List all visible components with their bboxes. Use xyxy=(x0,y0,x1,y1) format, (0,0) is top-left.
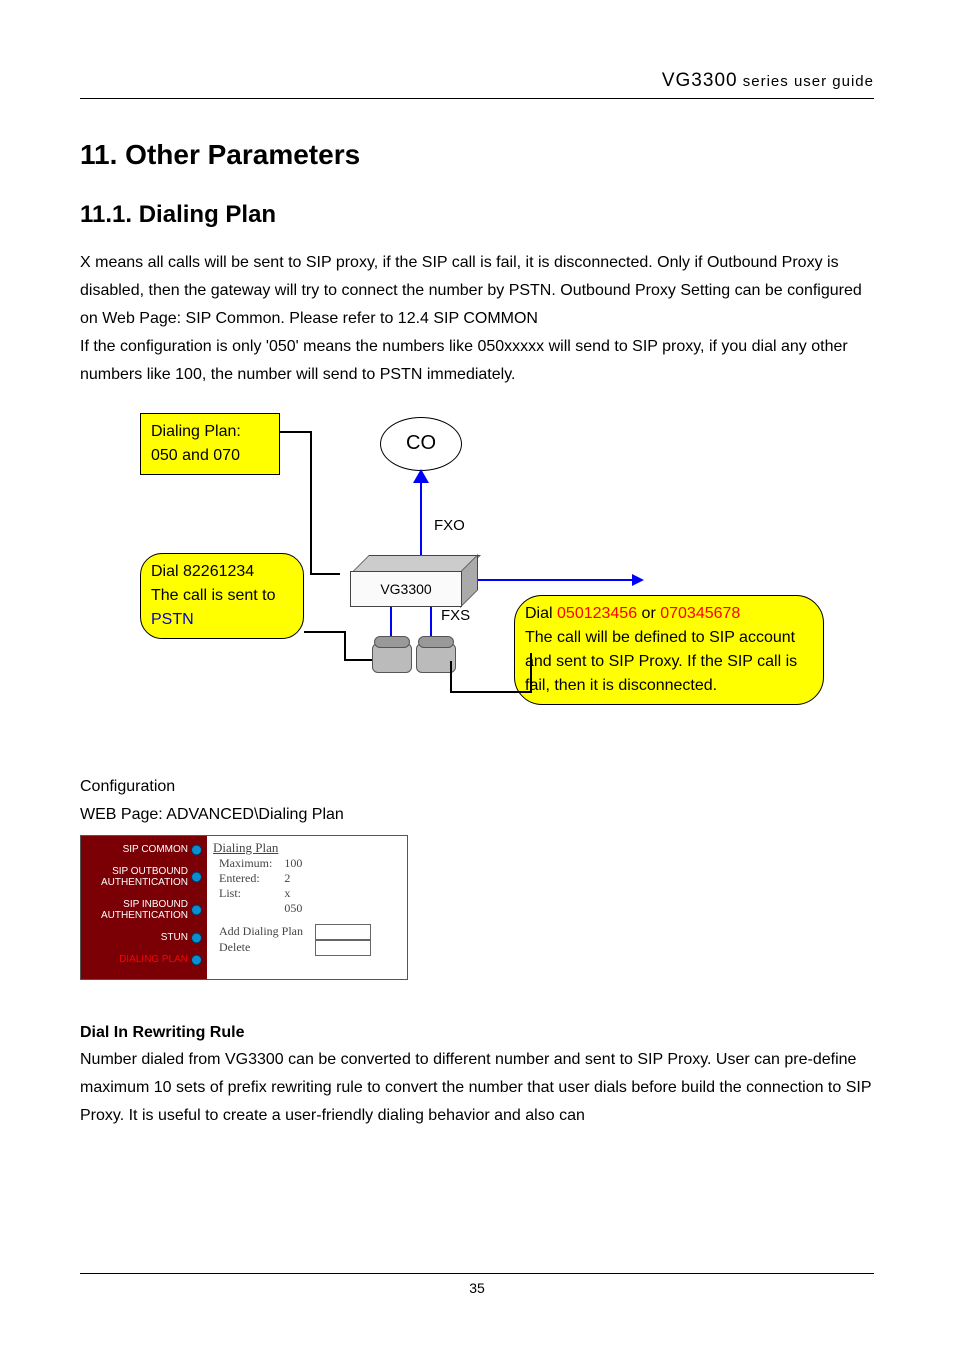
config-label: Configuration xyxy=(80,773,874,801)
body-text: X means all calls will be sent to SIP pr… xyxy=(80,249,874,389)
panel-table: Maximum:100 Entered:2 List:x 050 xyxy=(213,856,308,916)
connector xyxy=(450,661,452,691)
page-header: VG3300 series user guide xyxy=(80,70,874,99)
chapter-title: 11. Other Parameters xyxy=(80,139,874,171)
entered-value: 2 xyxy=(278,871,308,886)
bullet-icon xyxy=(191,954,202,965)
config-webpage: WEB Page: ADVANCED\Dialing Plan xyxy=(80,801,874,829)
connector xyxy=(530,653,532,693)
box3-num1: 050123456 xyxy=(557,605,637,622)
nav-stun[interactable]: STUN xyxy=(84,932,204,943)
box3-line1: Dial 050123456 or 070345678 xyxy=(525,602,813,626)
vg3300-device: VG3300 xyxy=(350,571,480,621)
box3-line3: and sent to SIP Proxy. If the SIP call i… xyxy=(525,650,813,674)
box1-line1: Dialing Plan: xyxy=(151,420,269,444)
bullet-icon xyxy=(191,872,202,883)
device-label: VG3300 xyxy=(350,571,462,607)
connector xyxy=(304,631,344,633)
maximum-value: 100 xyxy=(278,856,308,871)
add-label: Add Dialing Plan xyxy=(213,924,309,940)
connector xyxy=(344,631,346,659)
paragraph-1: X means all calls will be sent to SIP pr… xyxy=(80,249,874,333)
nav-sip-common[interactable]: SIP COMMON xyxy=(84,844,204,855)
nav-dialing-plan[interactable]: DIALING PLAN xyxy=(84,954,204,965)
section-title: 11.1. Dialing Plan xyxy=(80,201,874,229)
page-footer: 35 xyxy=(80,1273,874,1296)
connector xyxy=(280,431,312,433)
diagram-box-sip: Dial 050123456 or 070345678 The call wil… xyxy=(514,595,824,705)
header-suffix: series user guide xyxy=(738,73,874,90)
arrow-up-icon xyxy=(413,469,429,483)
subhead-rewrite: Dial In Rewriting Rule xyxy=(80,1024,874,1042)
arrow-right-icon xyxy=(476,579,634,581)
dialing-plan-screenshot: SIP COMMON SIP OUTBOUND AUTHENTICATION S… xyxy=(80,835,408,980)
co-node: CO xyxy=(380,417,462,471)
list-label: List: xyxy=(213,886,278,901)
maximum-label: Maximum: xyxy=(213,856,278,871)
line xyxy=(420,483,422,559)
bullet-icon xyxy=(191,932,202,943)
list-value-2: 050 xyxy=(278,901,308,916)
nav-sip-outbound[interactable]: SIP OUTBOUND AUTHENTICATION xyxy=(84,866,204,888)
diagram-box-pstn: Dial 82261234 The call is sent to PSTN xyxy=(140,553,304,639)
phone-icon xyxy=(372,643,412,673)
side-nav: SIP COMMON SIP OUTBOUND AUTHENTICATION S… xyxy=(81,836,207,979)
panel: Dialing Plan Maximum:100 Entered:2 List:… xyxy=(207,836,407,979)
delete-input[interactable] xyxy=(315,940,371,956)
diagram-box-dialing-plan: Dialing Plan: 050 and 070 xyxy=(140,413,280,475)
panel-actions: Add Dialing Plan Delete xyxy=(213,924,377,956)
paragraph-2: If the configuration is only '050' means… xyxy=(80,333,874,389)
panel-title: Dialing Plan xyxy=(213,840,401,856)
diagram: Dialing Plan: 050 and 070 CO FXO VG3300 … xyxy=(100,413,860,743)
page: VG3300 series user guide 11. Other Param… xyxy=(0,0,954,1351)
fxo-label: FXO xyxy=(434,517,465,534)
list-value-1: x xyxy=(278,886,308,901)
box1-line2: 050 and 070 xyxy=(151,444,269,468)
box3-line4: fail, then it is disconnected. xyxy=(525,674,813,698)
box2-pstn: PSTN xyxy=(151,611,194,628)
connector xyxy=(310,431,312,573)
bullet-icon xyxy=(191,844,202,855)
box3-num2: 070345678 xyxy=(660,605,740,622)
add-input[interactable] xyxy=(315,924,371,940)
nav-sip-inbound[interactable]: SIP INBOUND AUTHENTICATION xyxy=(84,899,204,921)
connector xyxy=(310,573,340,575)
delete-label: Delete xyxy=(213,940,309,956)
page-number: 35 xyxy=(469,1280,485,1296)
bullet-icon xyxy=(191,905,202,916)
entered-label: Entered: xyxy=(213,871,278,886)
header-brand: VG3300 xyxy=(662,70,738,91)
box2-line2: The call is sent to xyxy=(151,584,293,608)
box2-line1: Dial 82261234 xyxy=(151,560,293,584)
config-text: Configuration WEB Page: ADVANCED\Dialing… xyxy=(80,773,874,829)
connector xyxy=(450,691,530,693)
box3-line2: The call will be defined to SIP account xyxy=(525,626,813,650)
box2-line3: PSTN xyxy=(151,608,293,632)
rewrite-paragraph: Number dialed from VG3300 can be convert… xyxy=(80,1046,874,1130)
